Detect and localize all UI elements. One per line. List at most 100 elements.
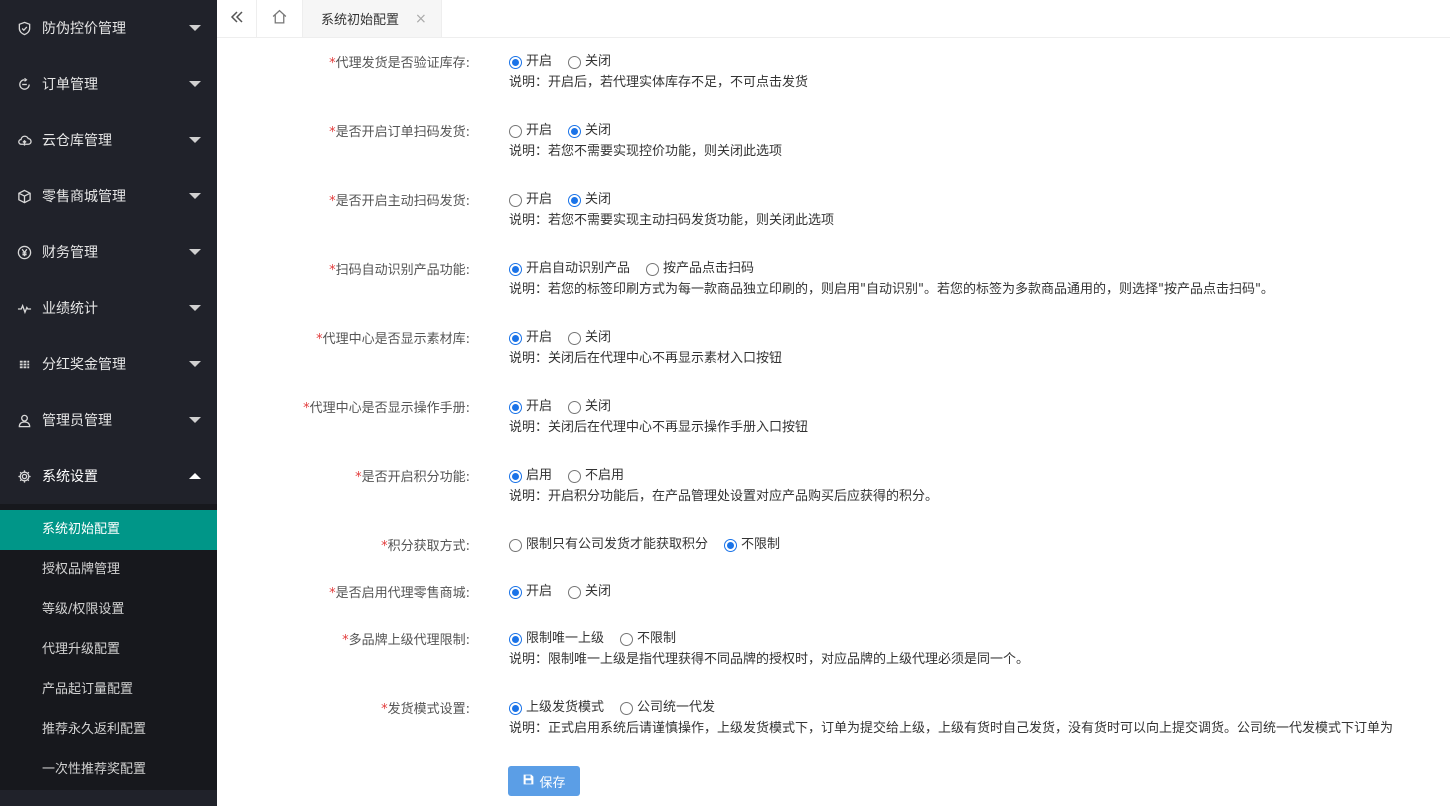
radio-unchecked[interactable] <box>568 469 582 483</box>
sub-item-one-time-reward[interactable]: 一次性推荐奖配置 <box>0 750 217 790</box>
radio-checked[interactable] <box>509 701 522 715</box>
radio-option[interactable]: 不启用 <box>568 466 624 486</box>
sub-item-level-permission[interactable]: 等级/权限设置 <box>0 590 217 630</box>
radio-unchecked[interactable] <box>509 538 522 552</box>
radio-group: 开启 关闭 <box>509 328 627 348</box>
radio-group: 开启 关闭 <box>509 397 627 417</box>
radio-unchecked[interactable] <box>509 193 522 207</box>
sub-item-agent-upgrade[interactable]: 代理升级配置 <box>0 630 217 670</box>
radio-checked[interactable] <box>509 469 522 483</box>
nav-orders[interactable]: 订单管理 <box>0 56 217 112</box>
yen-icon <box>16 244 32 260</box>
sub-item-system-init[interactable]: 系统初始配置 <box>0 510 217 550</box>
radio-option[interactable]: 不限制 <box>620 629 676 649</box>
radio-unchecked[interactable] <box>568 331 582 345</box>
radio-option[interactable]: 开启 <box>509 328 552 348</box>
chevron-down-icon <box>189 193 201 199</box>
radio-checked[interactable] <box>568 124 582 138</box>
radio-checked[interactable] <box>509 632 522 646</box>
nav-cloud-warehouse[interactable]: 云仓库管理 <box>0 112 217 168</box>
radio-option[interactable]: 上级发货模式 <box>509 698 604 718</box>
home-tab-button[interactable] <box>257 0 303 37</box>
radio-option[interactable]: 关闭 <box>568 52 611 72</box>
form-help-text: 说明：关闭后在代理中心不再显示操作手册入口按钮 <box>509 420 809 435</box>
radio-unchecked[interactable] <box>620 632 634 646</box>
save-icon <box>522 773 539 789</box>
radio-checked[interactable] <box>724 538 738 552</box>
sub-item-brand-auth[interactable]: 授权品牌管理 <box>0 550 217 590</box>
chevron-down-icon <box>189 137 201 143</box>
nav-finance[interactable]: 财务管理 <box>0 224 217 280</box>
form-help-text: 说明：开启后，若代理实体库存不足，不可点击发货 <box>509 75 809 90</box>
home-icon <box>271 8 288 29</box>
pulse-icon <box>16 300 32 316</box>
nav-label: 系统设置 <box>42 469 98 485</box>
tab-bar: 系统初始配置 × <box>217 0 1450 38</box>
radio-unchecked[interactable] <box>646 262 660 276</box>
radio-option[interactable]: 关闭 <box>568 121 611 141</box>
radio-checked[interactable] <box>509 55 522 69</box>
nav-performance[interactable]: 业绩统计 <box>0 280 217 336</box>
tab-system-init[interactable]: 系统初始配置 × <box>303 0 442 37</box>
radio-option[interactable]: 按产品点击扫码 <box>646 259 754 279</box>
radio-option[interactable]: 开启 <box>509 397 552 417</box>
radio-option[interactable]: 开启 <box>509 190 552 210</box>
nav-label: 业绩统计 <box>42 301 98 317</box>
radio-group: 限制只有公司发货才能获取积分 不限制 <box>509 535 796 555</box>
nav-anti-counterfeit[interactable]: 防伪控价管理 <box>0 0 217 56</box>
nav-admin[interactable]: 管理员管理 <box>0 392 217 448</box>
user-icon <box>16 412 32 428</box>
radio-option[interactable]: 关闭 <box>568 328 611 348</box>
save-button[interactable]: 保存 <box>508 766 580 796</box>
nav-dividend-bonus[interactable]: 分红奖金管理 <box>0 336 217 392</box>
save-label: 保存 <box>539 774 566 790</box>
double-chevron-left-icon <box>229 9 245 29</box>
form-label: *多品牌上级代理限制: <box>342 633 470 648</box>
radio-option[interactable]: 关闭 <box>568 582 611 602</box>
nav-label: 订单管理 <box>42 77 98 93</box>
form-label: *代理发货是否验证库存: <box>329 56 470 71</box>
radio-option[interactable]: 关闭 <box>568 397 611 417</box>
radio-option[interactable]: 开启 <box>509 52 552 72</box>
radio-group: 开启 关闭 <box>509 52 627 72</box>
sub-item-permanent-rebate[interactable]: 推荐永久返利配置 <box>0 710 217 750</box>
radio-option[interactable]: 开启 <box>509 121 552 141</box>
gear-icon <box>16 468 32 484</box>
radio-option[interactable]: 关闭 <box>568 190 611 210</box>
nav-retail-mall[interactable]: 零售商城管理 <box>0 168 217 224</box>
radio-option[interactable]: 开启 <box>509 582 552 602</box>
form-label: *发货模式设置: <box>381 702 470 717</box>
radio-checked[interactable] <box>509 585 522 599</box>
radio-option[interactable]: 不限制 <box>724 535 780 555</box>
chevron-down-icon <box>189 25 201 31</box>
radio-unchecked[interactable] <box>568 400 582 414</box>
form-label: *是否开启积分功能: <box>355 470 470 485</box>
radio-unchecked[interactable] <box>509 124 522 138</box>
chevron-down-icon <box>189 417 201 423</box>
collapse-sidebar-button[interactable] <box>217 0 257 37</box>
radio-group: 开启自动识别产品 按产品点击扫码 <box>509 259 770 279</box>
chevron-down-icon <box>189 249 201 255</box>
form-label: *积分获取方式: <box>381 539 470 554</box>
radio-unchecked[interactable] <box>620 701 634 715</box>
chevron-down-icon <box>189 305 201 311</box>
radio-option[interactable]: 启用 <box>509 466 552 486</box>
sub-item-min-order[interactable]: 产品起订量配置 <box>0 670 217 710</box>
radio-option[interactable]: 限制唯一上级 <box>509 629 604 649</box>
system-settings-submenu: 系统初始配置 授权品牌管理 等级/权限设置 代理升级配置 产品起订量配置 推荐永… <box>0 504 217 790</box>
nav-system-settings[interactable]: 系统设置 <box>0 448 217 504</box>
close-icon[interactable]: × <box>415 11 427 27</box>
form-help-text: 说明：关闭后在代理中心不再显示素材入口按钮 <box>509 351 783 366</box>
form-label: *是否开启主动扫码发货: <box>329 194 470 209</box>
radio-checked[interactable] <box>509 262 522 276</box>
radio-checked[interactable] <box>509 331 522 345</box>
radio-option[interactable]: 公司统一代发 <box>620 698 715 718</box>
radio-unchecked[interactable] <box>568 55 582 69</box>
form-label: *是否启用代理零售商城: <box>329 586 470 601</box>
radio-option[interactable]: 开启自动识别产品 <box>509 259 630 279</box>
radio-checked[interactable] <box>568 193 582 207</box>
grid-icon <box>16 356 32 372</box>
radio-checked[interactable] <box>509 400 522 414</box>
radio-option[interactable]: 限制只有公司发货才能获取积分 <box>509 535 708 555</box>
radio-unchecked[interactable] <box>568 585 582 599</box>
